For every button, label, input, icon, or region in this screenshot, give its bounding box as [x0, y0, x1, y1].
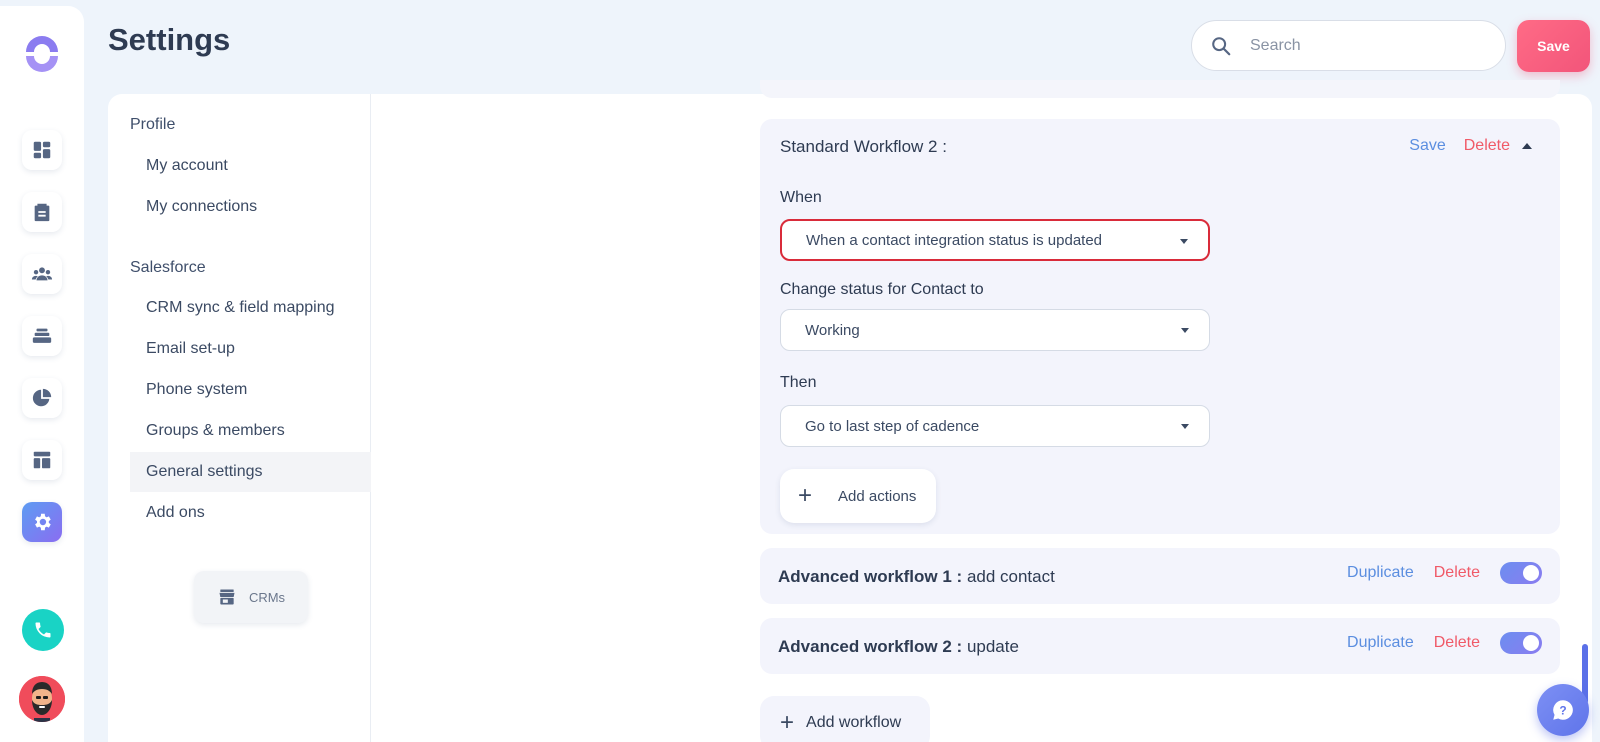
- standard-workflow-2: Standard Workflow 2 : Save Delete When W…: [760, 119, 1560, 534]
- settings-subnav: Profile My account My connections Salesf…: [108, 94, 371, 742]
- nav-item-my-connections[interactable]: My connections: [130, 187, 371, 227]
- advanced-workflow-2: Advanced workflow 2 : update Duplicate D…: [760, 618, 1560, 674]
- crms-button[interactable]: CRMs: [194, 571, 308, 623]
- search-icon: [1212, 36, 1231, 55]
- people-icon[interactable]: [22, 254, 62, 294]
- workflow-save-link[interactable]: Save: [1409, 137, 1445, 155]
- workflow-name: update: [966, 637, 1019, 656]
- then-label: Then: [780, 374, 817, 391]
- chevron-down-icon: [1180, 239, 1188, 244]
- workflow-delete-link[interactable]: Delete: [1464, 137, 1510, 155]
- add-actions-button[interactable]: + Add actions: [780, 469, 936, 523]
- plus-icon: +: [780, 709, 795, 736]
- workflow-title: Standard Workflow 2 :: [780, 137, 947, 156]
- search-box[interactable]: [1191, 20, 1506, 71]
- when-select-value: When a contact integration status is upd…: [806, 231, 1103, 249]
- plus-icon: +: [798, 482, 813, 509]
- chevron-down-icon: [1181, 424, 1189, 429]
- workflow-prefix: Advanced workflow 2 :: [778, 637, 963, 656]
- nav-item-add-ons[interactable]: Add ons: [130, 493, 371, 533]
- store-icon: [219, 589, 235, 605]
- tasks-icon[interactable]: [22, 192, 62, 232]
- add-workflow-button[interactable]: + Add workflow: [760, 696, 930, 742]
- nav-item-phone-system[interactable]: Phone system: [130, 370, 371, 410]
- svg-text:?: ?: [1559, 703, 1566, 717]
- when-select[interactable]: When a contact integration status is upd…: [780, 219, 1210, 261]
- page-title: Settings: [108, 22, 231, 57]
- change-status-value: Working: [805, 321, 860, 339]
- advanced-workflow-1: Advanced workflow 1 : add contact Duplic…: [760, 548, 1560, 604]
- nav-item-crm-sync[interactable]: CRM sync & field mapping: [130, 288, 371, 328]
- dashboard-icon[interactable]: [22, 130, 62, 170]
- section-title-salesforce: Salesforce: [130, 259, 206, 276]
- phone-icon[interactable]: [22, 609, 64, 651]
- then-select[interactable]: Go to last step of cadence: [780, 405, 1210, 447]
- workflow-prefix: Advanced workflow 1 :: [778, 567, 963, 586]
- crms-label: CRMs: [248, 589, 286, 605]
- change-status-select[interactable]: Working: [780, 309, 1210, 351]
- nav-item-general-settings[interactable]: General settings: [130, 452, 371, 492]
- save-button[interactable]: Save: [1517, 20, 1590, 72]
- duplicate-link[interactable]: Duplicate: [1347, 634, 1414, 652]
- add-workflow-label: Add workflow: [806, 714, 902, 731]
- settings-icon[interactable]: [22, 502, 62, 542]
- nav-item-my-account[interactable]: My account: [130, 146, 371, 186]
- enabled-toggle[interactable]: [1500, 632, 1542, 654]
- nav-item-email-setup[interactable]: Email set-up: [130, 329, 371, 369]
- pie-chart-icon[interactable]: [22, 378, 62, 418]
- nav-item-groups-members[interactable]: Groups & members: [130, 411, 371, 451]
- section-title-profile: Profile: [130, 116, 176, 133]
- delete-link[interactable]: Delete: [1434, 634, 1480, 652]
- change-status-label: Change status for Contact to: [780, 281, 984, 298]
- delete-link[interactable]: Delete: [1434, 564, 1480, 582]
- settings-card: Profile My account My connections Salesf…: [108, 80, 1592, 742]
- chevron-down-icon: [1181, 328, 1189, 333]
- layout-icon[interactable]: [22, 440, 62, 480]
- enabled-toggle[interactable]: [1500, 562, 1542, 584]
- stack-icon[interactable]: [22, 316, 62, 356]
- then-select-value: Go to last step of cadence: [805, 417, 980, 435]
- add-actions-label: Add actions: [838, 487, 917, 505]
- help-chat-icon[interactable]: ?: [1537, 684, 1589, 736]
- previous-workflow-edge: [760, 80, 1560, 98]
- workflow-name: add contact: [966, 567, 1055, 586]
- collapse-caret-icon[interactable]: [1522, 143, 1532, 149]
- app-logo[interactable]: [22, 34, 62, 74]
- duplicate-link[interactable]: Duplicate: [1347, 564, 1414, 582]
- avatar[interactable]: [19, 676, 65, 722]
- search-input[interactable]: [1250, 36, 1470, 55]
- when-label: When: [780, 189, 822, 206]
